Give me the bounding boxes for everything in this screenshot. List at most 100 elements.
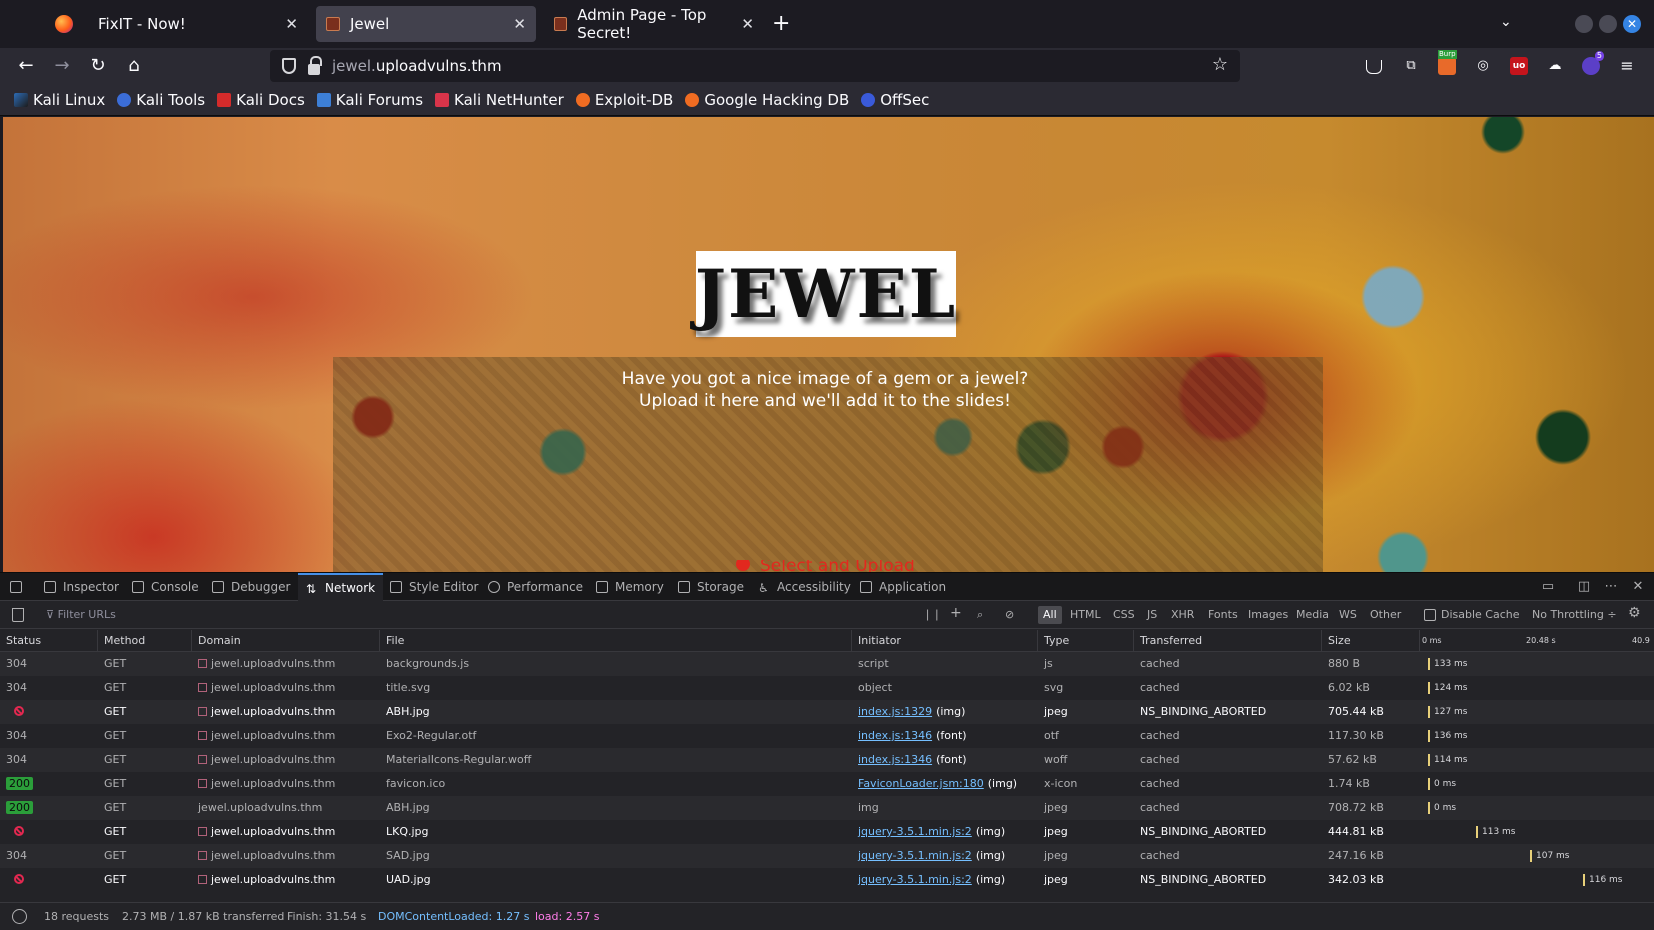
extension-badge-icon[interactable]: 5 [1582, 51, 1604, 75]
tab-memory[interactable]: Memory [596, 573, 664, 601]
settings-gear-icon[interactable]: ⚙ [1628, 605, 1641, 621]
close-icon[interactable]: ✕ [513, 15, 526, 33]
close-devtools-icon[interactable]: ✕ [1630, 579, 1646, 595]
initiator-link[interactable]: FaviconLoader.jsm:180 [858, 777, 984, 790]
forward-icon[interactable]: → [50, 54, 74, 78]
column-file[interactable]: File [380, 630, 852, 652]
table-row[interactable]: GET jewel.uploadvulns.thm ABH.jpg index.js:… [0, 700, 1654, 724]
extensions-icon[interactable]: ⧉ [1402, 57, 1420, 75]
filter-other[interactable]: Other [1365, 606, 1406, 624]
list-all-tabs-icon[interactable]: ⌄ [1500, 14, 1512, 30]
url-bar[interactable]: jewel.uploadvulns.thm ☆ [270, 50, 1240, 82]
close-icon[interactable]: ✕ [741, 15, 754, 33]
more-options-icon[interactable]: ⋯ [1603, 579, 1619, 595]
filter-all[interactable]: All [1038, 606, 1062, 624]
upload-button[interactable]: Select and Upload [736, 560, 936, 572]
timer-icon[interactable] [12, 909, 27, 924]
tab-admin[interactable]: Admin Page - Top Secret! ✕ [544, 6, 764, 42]
bookmark-kali-forums[interactable]: Kali Forums [316, 91, 423, 109]
bookmark-kali-nethunter[interactable]: Kali NetHunter [435, 91, 564, 109]
column-initiator[interactable]: Initiator [852, 630, 1038, 652]
tab-storage[interactable]: Storage [678, 573, 744, 601]
bookmark-kali-docs[interactable]: Kali Docs [217, 91, 305, 109]
maximize-button[interactable] [1599, 15, 1617, 33]
home-icon[interactable]: ⌂ [122, 54, 146, 78]
glasses-icon[interactable]: ◎ [1474, 57, 1492, 75]
tab-style-editor[interactable]: Style Editor [390, 573, 478, 601]
add-request-icon[interactable]: + [950, 605, 962, 621]
column-domain[interactable]: Domain [192, 630, 380, 652]
ublock-icon[interactable]: uo [1510, 57, 1528, 75]
tab-performance[interactable]: Performance [488, 573, 583, 601]
column-status[interactable]: Status [0, 630, 98, 652]
filter-media[interactable]: Media [1291, 606, 1334, 624]
bookmark-google-hacking-db[interactable]: Google Hacking DB [685, 91, 849, 109]
initiator-link[interactable]: index.js:1329 [858, 705, 932, 718]
column-timeline[interactable]: 0 ms 20.48 s 40.9 [1420, 630, 1654, 652]
bookmark-star-icon[interactable]: ☆ [1212, 54, 1228, 75]
table-row[interactable]: 304 GET jewel.uploadvulns.thm MaterialIcons… [0, 748, 1654, 772]
lock-icon[interactable] [308, 55, 322, 75]
table-row[interactable]: 200 GET jewel.uploadvulns.thm ABH.jpg img jpe… [0, 796, 1654, 820]
table-row[interactable]: 304 GET jewel.uploadvulns.thm backgrounds.j… [0, 652, 1654, 676]
filter-js[interactable]: JS [1142, 606, 1162, 624]
tab-inspector[interactable]: Inspector [44, 573, 119, 601]
element-picker-icon[interactable] [10, 573, 22, 601]
menu-icon[interactable]: ≡ [1618, 57, 1636, 75]
bookmark-offsec[interactable]: OffSec [861, 91, 929, 109]
tab-fixit[interactable]: FixIT - Now! ✕ [88, 6, 308, 42]
trash-icon[interactable] [12, 608, 24, 622]
column-size[interactable]: Size [1322, 630, 1420, 652]
new-tab-button[interactable]: + [772, 10, 790, 38]
tab-console[interactable]: Console [132, 573, 199, 601]
method-cell: GET [104, 849, 127, 862]
bookmark-kali-tools[interactable]: Kali Tools [117, 91, 205, 109]
column-transferred[interactable]: Transferred [1134, 630, 1322, 652]
table-row[interactable]: 304 GET jewel.uploadvulns.thm SAD.jpg jquery… [0, 844, 1654, 868]
block-icon[interactable]: ⊘ [1005, 608, 1014, 621]
firefox-view-icon[interactable] [44, 0, 84, 48]
table-row[interactable]: GET jewel.uploadvulns.thm LKQ.jpg jquery-3.… [0, 820, 1654, 844]
tab-network[interactable]: ⇅ Network [298, 573, 384, 601]
tab-debugger[interactable]: Debugger [212, 573, 290, 601]
foxyproxy-icon[interactable]: ☁ [1546, 57, 1564, 75]
disable-cache-checkbox[interactable] [1424, 609, 1436, 621]
pause-icon[interactable]: ❘❘ [923, 608, 941, 621]
tab-jewel[interactable]: Jewel ✕ [316, 6, 536, 42]
dock-side-icon[interactable]: ◫ [1576, 579, 1592, 595]
responsive-design-icon[interactable]: ▭ [1540, 579, 1556, 595]
close-icon[interactable]: ✕ [285, 15, 298, 33]
back-icon[interactable]: ← [14, 54, 38, 78]
filter-html[interactable]: HTML [1065, 606, 1106, 624]
burp-proxy-icon[interactable]: Burp [1438, 50, 1457, 75]
table-row[interactable]: GET jewel.uploadvulns.thm UAD.jpg jquery-3.… [0, 868, 1654, 892]
url-text[interactable]: jewel.uploadvulns.thm [332, 57, 502, 75]
filter-urls-input[interactable]: ⊽ Filter URLs [46, 608, 116, 621]
table-row[interactable]: 200 GET jewel.uploadvulns.thm favicon.ico Fa… [0, 772, 1654, 796]
throttling-select[interactable]: No Throttling ÷ [1532, 608, 1617, 621]
reload-icon[interactable]: ↻ [86, 54, 110, 78]
filter-xhr[interactable]: XHR [1166, 606, 1199, 624]
pocket-icon[interactable] [1366, 60, 1382, 74]
table-row[interactable]: 304 GET jewel.uploadvulns.thm Exo2-Regular.… [0, 724, 1654, 748]
column-type[interactable]: Type [1038, 630, 1134, 652]
tab-application[interactable]: Application [860, 573, 946, 601]
minimize-button[interactable] [1575, 15, 1593, 33]
bookmark-exploit-db[interactable]: Exploit-DB [575, 91, 673, 109]
initiator-link[interactable]: index.js:1346 [858, 729, 932, 742]
bookmark-kali-linux[interactable]: Kali Linux [14, 91, 105, 109]
close-window-button[interactable]: ✕ [1623, 15, 1641, 33]
initiator-link[interactable]: jquery-3.5.1.min.js:2 [858, 825, 972, 838]
column-method[interactable]: Method [98, 630, 192, 652]
filter-css[interactable]: CSS [1108, 606, 1140, 624]
shield-icon[interactable] [282, 58, 296, 74]
filter-images[interactable]: Images [1243, 606, 1293, 624]
initiator-link[interactable]: jquery-3.5.1.min.js:2 [858, 849, 972, 862]
initiator-link[interactable]: jquery-3.5.1.min.js:2 [858, 873, 972, 886]
search-icon[interactable]: ⌕ [977, 608, 983, 622]
initiator-link[interactable]: index.js:1346 [858, 753, 932, 766]
table-row[interactable]: 304 GET jewel.uploadvulns.thm title.svg obje… [0, 676, 1654, 700]
filter-ws[interactable]: WS [1334, 606, 1362, 624]
tab-accessibility[interactable]: ♿ Accessibility [758, 573, 851, 601]
filter-fonts[interactable]: Fonts [1203, 606, 1243, 624]
